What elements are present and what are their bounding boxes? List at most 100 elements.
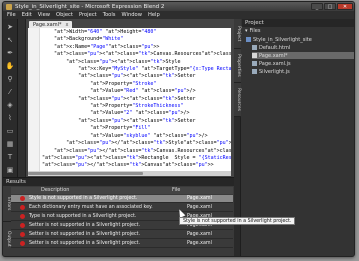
interaction-side-tabs[interactable]: [18, 19, 25, 177]
code-line[interactable]: "at">class="pu"></"at">class="tk">Style"…: [42, 140, 231, 147]
menu-edit[interactable]: Edit: [22, 12, 32, 18]
column-file[interactable]: File: [171, 187, 180, 194]
code-line[interactable]: "at">Property="Fill": [42, 125, 231, 132]
code-line[interactable]: "at">class="pu"><"at">class="tk">Setter: [42, 73, 231, 80]
error-icon: [20, 214, 25, 219]
result-description: Type is not supported in a Silverlight p…: [29, 214, 137, 219]
result-file: Page.xaml: [187, 241, 212, 246]
menu-help[interactable]: Help: [148, 12, 160, 18]
editor-gutter: [28, 28, 40, 171]
result-row[interactable]: Setter is not supported in a Silverlight…: [11, 240, 233, 248]
code-line[interactable]: "at">x:Key="MyStyle" "at">TargetType="{x…: [42, 66, 231, 73]
close-button[interactable]: ✕: [337, 3, 353, 10]
menu-object[interactable]: Object: [56, 12, 73, 18]
minimize-button[interactable]: _: [311, 3, 323, 10]
code-line[interactable]: "at">x:Name="Page""at">class="pu">>: [42, 44, 231, 51]
error-icon: [20, 223, 25, 228]
result-row[interactable]: Each dictionary entry must have an assoc…: [11, 204, 233, 212]
code-line[interactable]: "at">class="pu"></"at">class="tk">Canvas…: [42, 148, 231, 155]
text-icon[interactable]: T: [5, 151, 16, 162]
file-icon: [252, 45, 257, 50]
grid-icon[interactable]: ▦: [5, 138, 16, 149]
result-row[interactable]: Style is not supported in a Silverlight …: [11, 195, 233, 203]
code-line[interactable]: "at">class="pu"><"at">class="tk">Setter: [42, 118, 231, 125]
code-text[interactable]: "at">Width="640" "at">Height="480" "at">…: [42, 29, 231, 170]
code-line[interactable]: "at">Value="2" "at">class="pu">/>: [42, 110, 231, 117]
result-file: Page.xaml: [187, 196, 212, 201]
zoom-icon[interactable]: ⚲: [5, 73, 16, 84]
file-tree-label: Page.xaml*: [259, 52, 288, 59]
document-tab-label: Page.xaml*: [33, 21, 62, 28]
code-line[interactable]: "at">Background="White": [42, 36, 231, 43]
code-line[interactable]: "at">class="pu"><"at">class="tk">Setter: [42, 96, 231, 103]
file-tree-item[interactable]: Page.xaml*: [252, 52, 354, 59]
menu-file[interactable]: File: [7, 12, 16, 18]
project-icon: [246, 37, 251, 42]
brush-icon[interactable]: ⌇: [5, 112, 16, 123]
code-line[interactable]: "at">Width="640" "at">Height="480": [42, 29, 231, 36]
app-window: Style_in_Silverlight_site - Microsoft Ex…: [2, 1, 355, 257]
tab-properties[interactable]: Properties: [234, 49, 241, 83]
file-tree-label: Style_in_Silverlight_site: [253, 36, 312, 43]
result-description: Setter is not supported in a Silverlight…: [29, 232, 141, 237]
files-label: Files: [249, 28, 261, 34]
code-line[interactable]: "at">Value="skyblue" "at">class="pu">/>: [42, 133, 231, 140]
error-tooltip: Style is not supported in a Silverlight …: [179, 217, 296, 225]
arrow-icon[interactable]: ➤: [5, 21, 16, 32]
maximize-button[interactable]: □: [324, 3, 336, 10]
code-line[interactable]: "at">Property="StrokeThickness": [42, 103, 231, 110]
xaml-code-editor[interactable]: "at">Width="640" "at">Height="480" "at">…: [28, 28, 231, 171]
title-bar[interactable]: Style_in_Silverlight_site - Microsoft Ex…: [3, 2, 354, 11]
code-line[interactable]: "at">class="pu"><"at">class="tk">Rectang…: [42, 155, 231, 162]
rectangle-icon[interactable]: ▭: [5, 125, 16, 136]
error-icon: [20, 196, 25, 201]
result-description: Setter is not supported in a Silverlight…: [29, 223, 141, 228]
files-row[interactable]: ▾ Files: [242, 27, 354, 35]
eyedropper-icon[interactable]: ⁄: [5, 86, 16, 97]
paint-bucket-icon[interactable]: ◈: [5, 99, 16, 110]
results-side-tabs: Errors Output: [3, 187, 11, 256]
file-tree-item[interactable]: Page.xaml.js: [252, 60, 354, 67]
file-tree-item[interactable]: Silverlight.js: [252, 68, 354, 75]
file-tree-label: Page.xaml.js: [259, 60, 291, 67]
code-line[interactable]: "at">Value="Red" "at">class="pu">/>: [42, 88, 231, 95]
code-line[interactable]: "at">class="pu"><"at">class="tk">Style: [42, 59, 231, 66]
tab-errors[interactable]: Errors: [3, 187, 11, 222]
expand-triangle-icon[interactable]: ▾: [245, 28, 248, 34]
error-icon: [20, 241, 25, 246]
horizontal-scrollbar[interactable]: [28, 171, 231, 176]
file-tree-item[interactable]: Style_in_Silverlight_site: [246, 36, 354, 43]
error-icon: [20, 232, 25, 237]
tab-resources[interactable]: Resources: [234, 83, 241, 117]
document-tab-close-icon[interactable]: x: [65, 22, 68, 28]
result-description: Style is not supported in a Silverlight …: [29, 196, 138, 201]
window-title: Style_in_Silverlight_site - Microsoft Ex…: [15, 3, 165, 10]
control-icon[interactable]: ▣: [5, 164, 16, 175]
code-line[interactable]: "at">class="pu"><"at">class="tk">Canvas.…: [42, 51, 231, 58]
result-file: Page.xaml: [187, 232, 212, 237]
results-column-headers: Description File: [11, 187, 233, 194]
document-tab[interactable]: Page.xaml* x: [29, 21, 73, 28]
result-file: Page.xaml: [187, 205, 212, 210]
project-header: Project: [242, 19, 354, 27]
file-tree-label: Default.html: [259, 44, 291, 51]
menu-view[interactable]: View: [38, 12, 50, 18]
blend-app-icon: [6, 3, 12, 10]
file-icon: [252, 69, 257, 74]
code-line[interactable]: "at">Property="Stroke": [42, 81, 231, 88]
file-tree-item[interactable]: Default.html: [252, 44, 354, 51]
code-line[interactable]: "at">class="pu"></"at">class="tk">Canvas…: [42, 162, 231, 169]
tab-output[interactable]: Output: [3, 222, 11, 256]
menu-window[interactable]: Window: [121, 12, 141, 18]
results-header: Results: [3, 178, 234, 186]
result-row[interactable]: Setter is not supported in a Silverlight…: [11, 231, 233, 239]
column-description[interactable]: Description: [11, 187, 171, 194]
menu-project[interactable]: Project: [79, 12, 97, 18]
pan-icon[interactable]: ✋: [5, 60, 16, 71]
tab-project[interactable]: Project: [234, 19, 241, 49]
result-description: Setter is not supported in a Silverlight…: [29, 241, 141, 246]
menu-tools[interactable]: Tools: [103, 12, 116, 18]
scrollbar-thumb[interactable]: [28, 172, 143, 175]
pen-icon[interactable]: ✒: [5, 47, 16, 58]
direct-select-icon[interactable]: ↖: [5, 34, 16, 45]
